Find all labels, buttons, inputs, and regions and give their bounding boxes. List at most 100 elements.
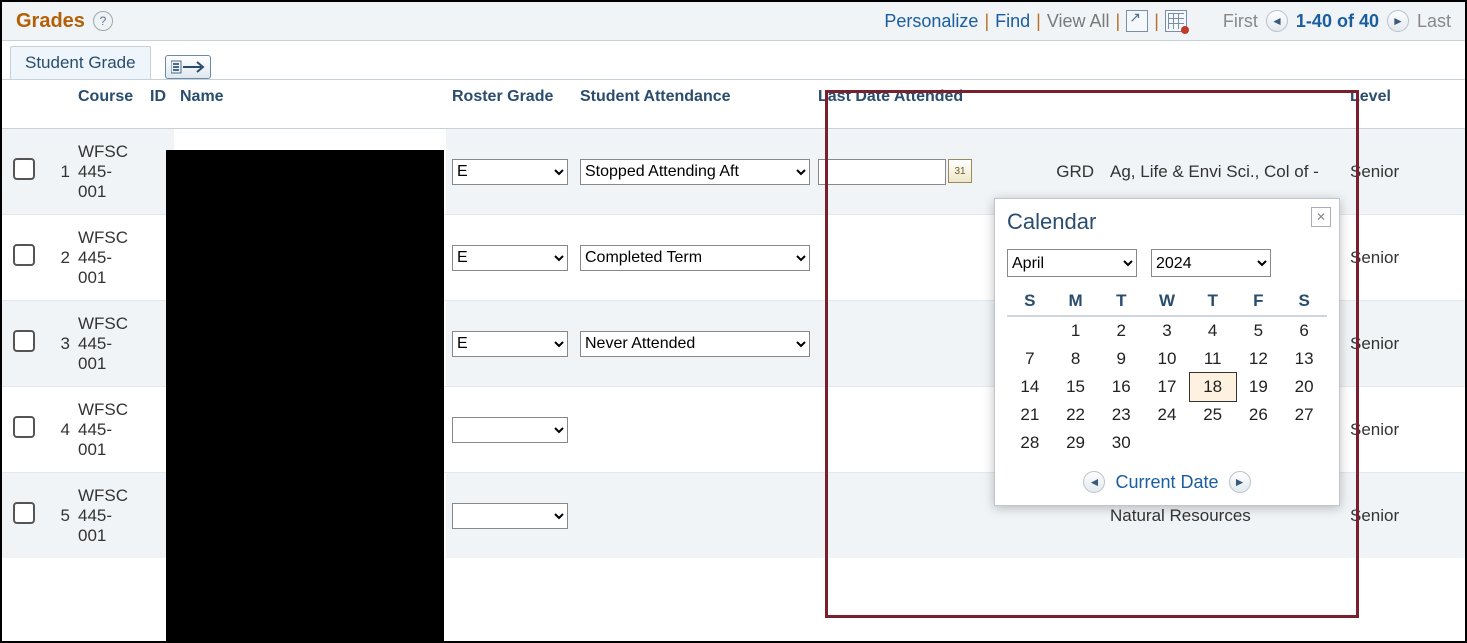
calendar-day[interactable]: 20	[1281, 373, 1327, 401]
row-checkbox[interactable]	[13, 244, 35, 266]
calendar-day[interactable]: 13	[1281, 345, 1327, 373]
col-level[interactable]: Level	[1344, 80, 1465, 129]
calendar-day	[1007, 316, 1053, 345]
calendar-day[interactable]: 22	[1053, 401, 1099, 429]
calendar-day[interactable]: 16	[1098, 373, 1144, 401]
calendar-month-select[interactable]: April	[1007, 249, 1137, 277]
calendar-day[interactable]: 30	[1098, 429, 1144, 457]
calendar-day[interactable]: 5	[1236, 316, 1282, 345]
attendance-select[interactable]: Stopped Attending AftCompleted TermNever…	[580, 245, 810, 271]
student-level: Senior	[1344, 387, 1465, 473]
calendar-day[interactable]: 9	[1098, 345, 1144, 373]
col-last-date[interactable]: Last Date Attended	[812, 80, 984, 129]
col-course[interactable]: Course	[72, 80, 144, 129]
calendar-day[interactable]: 26	[1236, 401, 1282, 429]
student-level: Senior	[1344, 215, 1465, 301]
calendar-dow: F	[1236, 287, 1282, 316]
row-number: 5	[46, 473, 72, 559]
calendar-year-select[interactable]: 2024	[1151, 249, 1271, 277]
calendar-title: Calendar	[1007, 209, 1327, 235]
row-checkbox[interactable]	[13, 158, 35, 180]
calendar-day[interactable]: 11	[1190, 345, 1236, 373]
grid-icon[interactable]	[1165, 10, 1187, 32]
calendar-day[interactable]: 17	[1144, 373, 1190, 401]
nav-first[interactable]: First	[1223, 11, 1258, 32]
calendar-current-date-link[interactable]: Current Date	[1115, 472, 1218, 493]
student-level: Senior	[1344, 301, 1465, 387]
tab-student-grade[interactable]: Student Grade	[10, 46, 151, 79]
calendar-day[interactable]: 8	[1053, 345, 1099, 373]
calendar-day[interactable]: 21	[1007, 401, 1053, 429]
prev-page-button[interactable]: ◄	[1266, 10, 1288, 32]
calendar-day	[1144, 429, 1190, 457]
calendar-day[interactable]: 4	[1190, 316, 1236, 345]
row-number: 3	[46, 301, 72, 387]
roster-grade-select[interactable]: E	[452, 331, 568, 357]
calendar-day[interactable]: 6	[1281, 316, 1327, 345]
calendar-day[interactable]: 10	[1144, 345, 1190, 373]
attendance-select[interactable]: Stopped Attending AftCompleted TermNever…	[580, 331, 810, 357]
help-icon[interactable]: ?	[93, 11, 113, 31]
download-icon[interactable]	[1126, 10, 1148, 32]
course-id: WFSC445-001	[72, 301, 174, 387]
redacted-names	[166, 150, 444, 643]
row-checkbox[interactable]	[13, 502, 35, 524]
student-level: Senior	[1344, 473, 1465, 559]
calendar-day[interactable]: 15	[1053, 373, 1099, 401]
col-id[interactable]: ID	[144, 80, 174, 129]
row-checkbox[interactable]	[13, 416, 35, 438]
calendar-day[interactable]: 3	[1144, 316, 1190, 345]
separator: |	[984, 11, 989, 32]
calendar-day[interactable]: 29	[1053, 429, 1099, 457]
student-level: Senior	[1344, 129, 1465, 215]
calendar-day	[1190, 429, 1236, 457]
calendar-day[interactable]: 25	[1190, 401, 1236, 429]
last-date-input[interactable]	[818, 159, 946, 185]
calendar-day[interactable]: 19	[1236, 373, 1282, 401]
calendar-next-icon[interactable]: ►	[1229, 471, 1251, 493]
calendar-dow: M	[1053, 287, 1099, 316]
roster-grade-select[interactable]: E	[452, 245, 568, 271]
course-id: WFSC445-001	[72, 215, 174, 301]
row-checkbox[interactable]	[13, 330, 35, 352]
calendar-day[interactable]: 7	[1007, 345, 1053, 373]
calendar-dow: S	[1007, 287, 1053, 316]
calendar-day[interactable]: 23	[1098, 401, 1144, 429]
col-roster-grade[interactable]: Roster Grade	[446, 80, 574, 129]
next-page-button[interactable]: ►	[1387, 10, 1409, 32]
calendar-day[interactable]: 27	[1281, 401, 1327, 429]
calendar-dow: T	[1098, 287, 1144, 316]
course-id: WFSC445-001	[72, 129, 174, 215]
viewall-link[interactable]: View All	[1047, 11, 1110, 32]
col-attendance[interactable]: Student Attendance	[574, 80, 812, 129]
roster-grade-select[interactable]: E	[452, 417, 568, 443]
attendance-select[interactable]: Stopped Attending AftCompleted TermNever…	[580, 159, 810, 185]
course-id: WFSC445-001	[72, 473, 174, 559]
calendar-prev-icon[interactable]: ◄	[1083, 471, 1105, 493]
calendar-day[interactable]: 24	[1144, 401, 1190, 429]
calendar-dow: T	[1190, 287, 1236, 316]
calendar-icon[interactable]: 31	[948, 159, 972, 183]
calendar-day[interactable]: 1	[1053, 316, 1099, 345]
calendar-close-icon[interactable]: ✕	[1311, 207, 1331, 227]
find-link[interactable]: Find	[995, 11, 1030, 32]
course-id: WFSC445-001	[72, 387, 174, 473]
roster-grade-select[interactable]: E	[452, 159, 568, 185]
calendar-day[interactable]: 12	[1236, 345, 1282, 373]
row-number: 2	[46, 215, 72, 301]
calendar-day	[1281, 429, 1327, 457]
separator: |	[1154, 11, 1159, 32]
calendar-dow: W	[1144, 287, 1190, 316]
personalize-link[interactable]: Personalize	[884, 11, 978, 32]
nav-last[interactable]: Last	[1417, 11, 1451, 32]
col-name[interactable]: Name	[174, 80, 446, 129]
roster-grade-select[interactable]: E	[452, 503, 568, 529]
row-number: 4	[46, 387, 72, 473]
calendar-day[interactable]: 2	[1098, 316, 1144, 345]
calendar-day[interactable]: 18	[1190, 373, 1236, 401]
separator: |	[1116, 11, 1121, 32]
show-all-columns-icon[interactable]	[165, 55, 211, 79]
calendar-day[interactable]: 28	[1007, 429, 1053, 457]
calendar-day[interactable]: 14	[1007, 373, 1053, 401]
separator: |	[1036, 11, 1041, 32]
